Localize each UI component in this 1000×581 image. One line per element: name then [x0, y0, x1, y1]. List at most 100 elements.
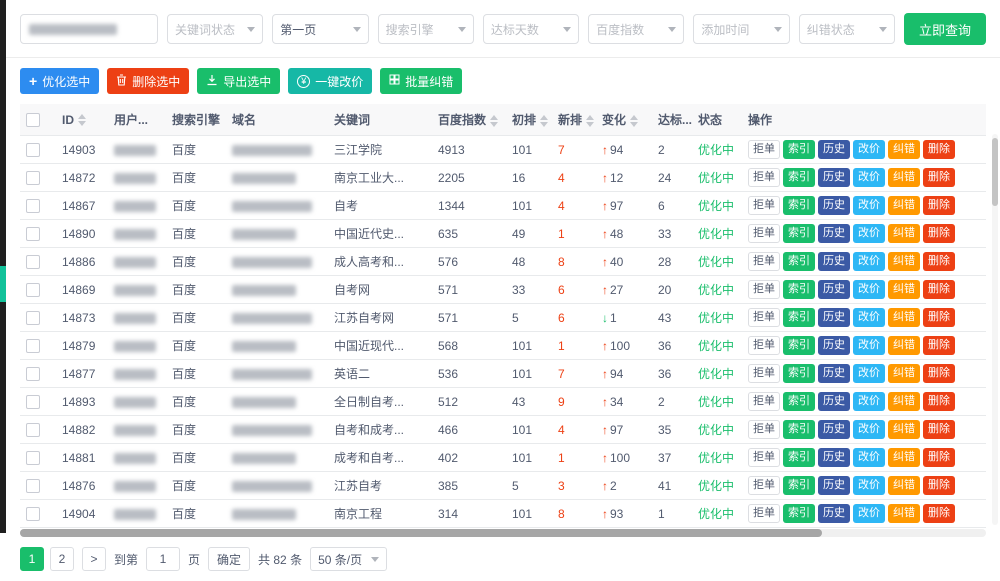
delete-button[interactable]: 删除 — [923, 392, 955, 411]
correct-error-button[interactable]: 纠错 — [888, 140, 920, 159]
correct-error-button[interactable]: 纠错 — [888, 336, 920, 355]
delete-button[interactable]: 删除 — [923, 476, 955, 495]
correct-error-button[interactable]: 纠错 — [888, 252, 920, 271]
history-button[interactable]: 历史 — [818, 252, 850, 271]
sort-carets-icon[interactable] — [78, 114, 86, 126]
change-price-button[interactable]: 改价 — [853, 504, 885, 523]
delete-button[interactable]: 删除 — [923, 308, 955, 327]
filter-dropdown-7[interactable]: 纠错状态 — [799, 14, 895, 44]
filter-dropdown-2[interactable]: 第一页 — [272, 14, 368, 44]
index-button[interactable]: 索引 — [783, 476, 815, 495]
index-button[interactable]: 索引 — [783, 420, 815, 439]
index-button[interactable]: 索引 — [783, 196, 815, 215]
horizontal-scrollbar-thumb[interactable] — [20, 529, 822, 537]
delete-button[interactable]: 删除 — [923, 504, 955, 523]
change-price-button[interactable]: 改价 — [853, 420, 885, 439]
change-price-button[interactable]: 改价 — [853, 196, 885, 215]
correct-error-button[interactable]: 纠错 — [888, 476, 920, 495]
vertical-scrollbar[interactable] — [992, 134, 998, 525]
export-selected-button[interactable]: 导出选中 — [197, 68, 280, 94]
correct-error-button[interactable]: 纠错 — [888, 392, 920, 411]
row-checkbox[interactable] — [26, 507, 40, 521]
delete-button[interactable]: 删除 — [923, 336, 955, 355]
sort-carets-icon[interactable] — [630, 115, 638, 127]
reject-order-button[interactable]: 拒单 — [748, 504, 780, 523]
reject-order-button[interactable]: 拒单 — [748, 196, 780, 215]
history-button[interactable]: 历史 — [818, 336, 850, 355]
row-checkbox[interactable] — [26, 199, 40, 213]
confirm-jump-button[interactable]: 确定 — [208, 547, 250, 571]
correct-error-button[interactable]: 纠错 — [888, 168, 920, 187]
collapsed-sidebar[interactable] — [0, 0, 6, 533]
correct-error-button[interactable]: 纠错 — [888, 280, 920, 299]
index-button[interactable]: 索引 — [783, 448, 815, 467]
history-button[interactable]: 历史 — [818, 392, 850, 411]
change-price-button[interactable]: 改价 — [853, 364, 885, 383]
index-button[interactable]: 索引 — [783, 336, 815, 355]
reject-order-button[interactable]: 拒单 — [748, 364, 780, 383]
change-price-button[interactable]: 改价 — [853, 140, 885, 159]
keyword-search-input[interactable] — [20, 14, 158, 44]
filter-dropdown-6[interactable]: 添加时间 — [693, 14, 789, 44]
col-header-initial-rank[interactable]: 初排 — [506, 104, 552, 136]
vertical-scrollbar-thumb[interactable] — [992, 138, 998, 206]
filter-dropdown-5[interactable]: 百度指数 — [588, 14, 684, 44]
row-checkbox[interactable] — [26, 395, 40, 409]
change-price-button[interactable]: 改价 — [853, 476, 885, 495]
row-checkbox[interactable] — [26, 451, 40, 465]
next-page-button[interactable]: > — [82, 547, 106, 571]
sort-carets-icon[interactable] — [490, 115, 498, 127]
row-checkbox[interactable] — [26, 479, 40, 493]
change-price-button[interactable]: 改价 — [853, 392, 885, 411]
history-button[interactable]: 历史 — [818, 280, 850, 299]
select-all-checkbox[interactable] — [26, 113, 40, 127]
history-button[interactable]: 历史 — [818, 476, 850, 495]
reject-order-button[interactable]: 拒单 — [748, 476, 780, 495]
delete-button[interactable]: 删除 — [923, 252, 955, 271]
page-button-2[interactable]: 2 — [50, 547, 74, 571]
page-jump-input[interactable] — [146, 547, 180, 571]
page-size-select[interactable]: 50 条/页 — [310, 547, 387, 571]
change-price-button[interactable]: 改价 — [853, 336, 885, 355]
history-button[interactable]: 历史 — [818, 168, 850, 187]
correct-error-button[interactable]: 纠错 — [888, 196, 920, 215]
change-price-button[interactable]: 改价 — [853, 448, 885, 467]
col-header-new-rank[interactable]: 新排 — [552, 104, 596, 136]
optimize-selected-button[interactable]: + 优化选中 — [20, 68, 99, 94]
reject-order-button[interactable]: 拒单 — [748, 392, 780, 411]
index-button[interactable]: 索引 — [783, 364, 815, 383]
col-header-baidu-index[interactable]: 百度指数 — [432, 104, 506, 136]
correct-error-button[interactable]: 纠错 — [888, 308, 920, 327]
delete-button[interactable]: 删除 — [923, 224, 955, 243]
delete-button[interactable]: 删除 — [923, 168, 955, 187]
correct-error-button[interactable]: 纠错 — [888, 224, 920, 243]
col-header-days[interactable]: 达标... — [652, 104, 692, 136]
row-checkbox[interactable] — [26, 227, 40, 241]
batch-correct-button[interactable]: 批量纠错 — [380, 68, 462, 94]
history-button[interactable]: 历史 — [818, 364, 850, 383]
correct-error-button[interactable]: 纠错 — [888, 504, 920, 523]
correct-error-button[interactable]: 纠错 — [888, 448, 920, 467]
delete-button[interactable]: 删除 — [923, 448, 955, 467]
change-price-button[interactable]: ¥ 一键改价 — [288, 68, 372, 94]
history-button[interactable]: 历史 — [818, 140, 850, 159]
index-button[interactable]: 索引 — [783, 280, 815, 299]
delete-selected-button[interactable]: 删除选中 — [107, 68, 189, 94]
filter-dropdown-1[interactable]: 关键词状态 — [167, 14, 263, 44]
change-price-button[interactable]: 改价 — [853, 308, 885, 327]
row-checkbox[interactable] — [26, 423, 40, 437]
row-checkbox[interactable] — [26, 367, 40, 381]
change-price-button[interactable]: 改价 — [853, 168, 885, 187]
change-price-button[interactable]: 改价 — [853, 280, 885, 299]
row-checkbox[interactable] — [26, 143, 40, 157]
reject-order-button[interactable]: 拒单 — [748, 336, 780, 355]
delete-button[interactable]: 删除 — [923, 140, 955, 159]
reject-order-button[interactable]: 拒单 — [748, 224, 780, 243]
horizontal-scrollbar[interactable] — [20, 529, 986, 537]
delete-button[interactable]: 删除 — [923, 420, 955, 439]
correct-error-button[interactable]: 纠错 — [888, 420, 920, 439]
index-button[interactable]: 索引 — [783, 140, 815, 159]
reject-order-button[interactable]: 拒单 — [748, 280, 780, 299]
correct-error-button[interactable]: 纠错 — [888, 364, 920, 383]
history-button[interactable]: 历史 — [818, 196, 850, 215]
